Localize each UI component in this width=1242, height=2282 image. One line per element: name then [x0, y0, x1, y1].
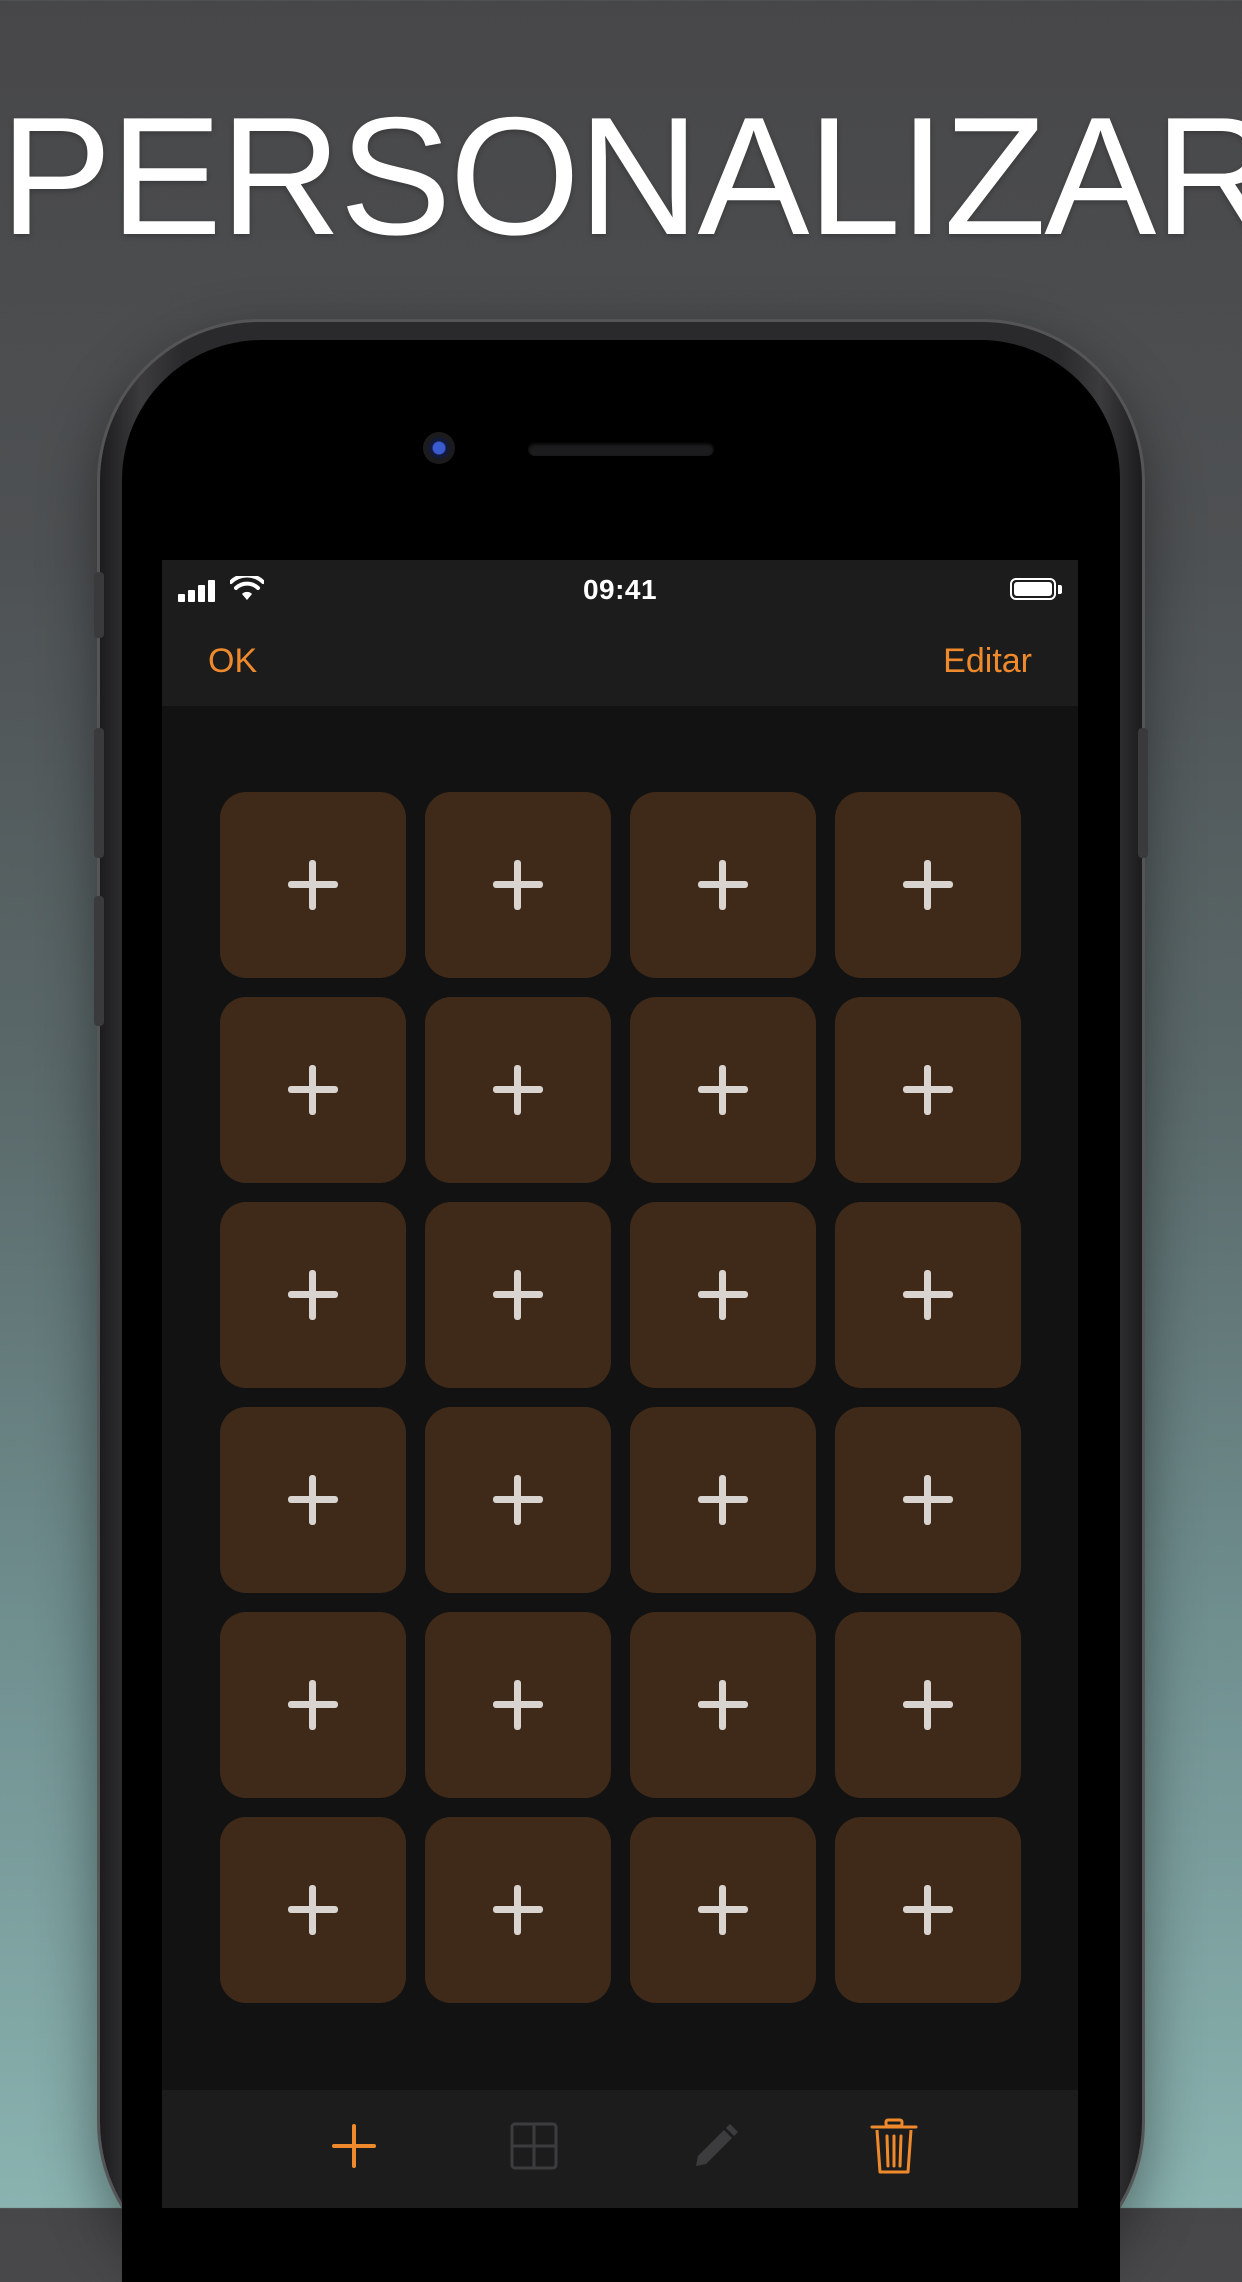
add-tile-button[interactable] — [835, 1817, 1021, 2003]
status-bar: 09:41 — [162, 560, 1078, 622]
headline: PERSONALIZAR — [0, 82, 1242, 270]
phone-volume-down-button — [94, 896, 104, 1026]
pencil-icon[interactable] — [682, 2114, 746, 2178]
battery-icon — [1010, 578, 1062, 602]
phone-power-button — [1138, 728, 1148, 858]
bottom-toolbar — [162, 2090, 1078, 2208]
tile-grid — [220, 792, 1021, 2003]
plus-icon — [288, 1885, 338, 1935]
plus-icon — [698, 1065, 748, 1115]
phone-volume-up-button — [94, 728, 104, 858]
add-tile-button[interactable] — [425, 1202, 611, 1388]
plus-icon — [493, 1475, 543, 1525]
add-tile-button[interactable] — [220, 1817, 406, 2003]
add-tile-button[interactable] — [630, 1202, 816, 1388]
grid-icon[interactable] — [502, 2114, 566, 2178]
add-tile-button[interactable] — [630, 1407, 816, 1593]
add-tile-button[interactable] — [220, 997, 406, 1183]
add-tile-button[interactable] — [425, 1407, 611, 1593]
add-tile-button[interactable] — [425, 997, 611, 1183]
plus-icon — [903, 1065, 953, 1115]
plus-icon — [903, 1680, 953, 1730]
add-tile-button[interactable] — [835, 1202, 1021, 1388]
plus-icon — [698, 1475, 748, 1525]
app-screen: 09:41 OK Editar — [162, 560, 1078, 2208]
add-tile-button[interactable] — [220, 1612, 406, 1798]
add-tile-button[interactable] — [835, 997, 1021, 1183]
earpiece-speaker — [528, 442, 714, 456]
plus-icon — [288, 1475, 338, 1525]
plus-icon — [493, 860, 543, 910]
add-tile-button[interactable] — [220, 792, 406, 978]
add-tile-button[interactable] — [425, 792, 611, 978]
add-tile-button[interactable] — [835, 1407, 1021, 1593]
plus-icon — [493, 1065, 543, 1115]
plus-icon — [903, 860, 953, 910]
plus-icon — [493, 1885, 543, 1935]
edit-button[interactable]: Editar — [943, 642, 1032, 681]
add-tile-button[interactable] — [835, 792, 1021, 978]
plus-icon — [493, 1680, 543, 1730]
trash-icon[interactable] — [862, 2114, 926, 2178]
plus-icon — [288, 860, 338, 910]
plus-icon — [288, 1270, 338, 1320]
add-tile-button[interactable] — [835, 1612, 1021, 1798]
plus-icon — [288, 1065, 338, 1115]
add-tile-button[interactable] — [425, 1612, 611, 1798]
plus-icon — [493, 1270, 543, 1320]
add-tile-button[interactable] — [630, 1817, 816, 2003]
add-icon[interactable] — [322, 2114, 386, 2178]
plus-icon — [903, 1885, 953, 1935]
plus-icon — [903, 1475, 953, 1525]
add-tile-button[interactable] — [630, 1612, 816, 1798]
plus-icon — [698, 1270, 748, 1320]
plus-icon — [288, 1680, 338, 1730]
plus-icon — [698, 1885, 748, 1935]
phone-side-button — [94, 572, 104, 638]
plus-icon — [698, 860, 748, 910]
add-tile-button[interactable] — [630, 792, 816, 978]
add-tile-button[interactable] — [220, 1202, 406, 1388]
status-time: 09:41 — [582, 574, 658, 605]
navigation-bar: OK Editar — [162, 622, 1078, 706]
ok-button[interactable]: OK — [208, 642, 257, 681]
front-camera — [423, 432, 455, 464]
plus-icon — [698, 1680, 748, 1730]
add-tile-button[interactable] — [425, 1817, 611, 2003]
add-tile-button[interactable] — [220, 1407, 406, 1593]
add-tile-button[interactable] — [630, 997, 816, 1183]
plus-icon — [903, 1270, 953, 1320]
